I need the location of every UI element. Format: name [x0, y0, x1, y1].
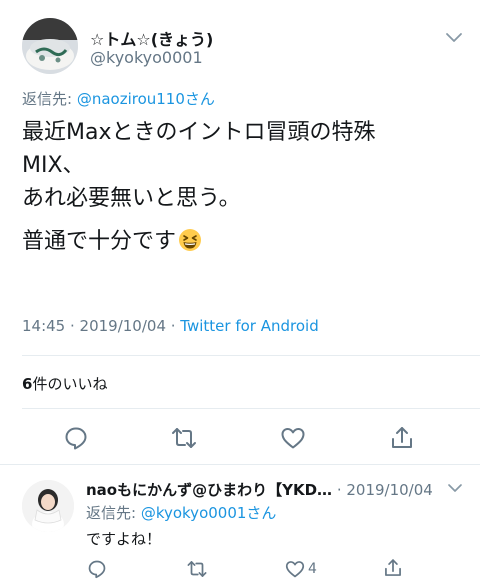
- reply-header: naoもにかんず@ひまわり【YKD… · 2019/10/04: [86, 479, 436, 500]
- user-handle[interactable]: @kyokyo0001: [90, 48, 203, 67]
- tweet-meta: 14:45 · 2019/10/04 · Twitter for Android: [22, 317, 319, 335]
- tweet-line: MIX、: [22, 153, 85, 178]
- reply-display-name[interactable]: naoもにかんず@ひまわり【YKD…: [86, 481, 332, 499]
- share-icon[interactable]: [382, 557, 404, 579]
- chevron-down-icon[interactable]: [444, 30, 464, 46]
- like-icon[interactable]: [284, 558, 306, 580]
- likes-summary[interactable]: 6件のいいね: [22, 373, 107, 394]
- tweet-timestamp[interactable]: 14:45 · 2019/10/04 ·: [22, 317, 180, 335]
- reply-like-count: 4: [308, 561, 317, 577]
- like-icon[interactable]: [279, 424, 307, 452]
- tweet-line: あれ必要無いと思う。: [22, 186, 241, 211]
- retweet-icon[interactable]: [186, 558, 208, 580]
- reply-replying-to-link[interactable]: @kyokyo0001さん: [141, 504, 277, 522]
- avatar[interactable]: [22, 18, 78, 74]
- likes-count: 6: [22, 375, 33, 393]
- reply-replying-prefix: 返信先:: [86, 504, 141, 522]
- chevron-down-icon[interactable]: [446, 480, 464, 494]
- grinning-squinting-face-icon: [179, 229, 202, 251]
- retweet-icon[interactable]: [170, 424, 198, 452]
- reply-avatar[interactable]: [22, 480, 74, 532]
- divider: [22, 355, 480, 356]
- reply-text: ですよね！: [86, 530, 162, 548]
- replying-to-link[interactable]: @naozirou110さん: [77, 90, 215, 108]
- tweet-line: 普通で十分です: [22, 229, 177, 254]
- reply-icon[interactable]: [86, 558, 108, 580]
- replying-to: 返信先: @naozirou110さん: [22, 88, 215, 109]
- reply-avatar-image: [22, 480, 74, 532]
- tweet-line-with-emoji: 普通で十分です: [22, 225, 462, 258]
- divider: [22, 408, 480, 409]
- likes-label: 件のいいね: [32, 375, 108, 393]
- reply-date[interactable]: · 2019/10/04: [332, 481, 433, 499]
- avatar-image: [22, 18, 78, 74]
- tweet-line: 最近Maxときのイントロ冒頭の特殊: [22, 120, 376, 145]
- tweet-text: 最近Maxときのイントロ冒頭の特殊 MIX、 あれ必要無いと思う。 普通で十分で…: [22, 116, 462, 258]
- tweet-source[interactable]: Twitter for Android: [180, 317, 318, 335]
- display-name[interactable]: ☆トム☆(きょう): [90, 26, 213, 50]
- reply-icon[interactable]: [62, 424, 90, 452]
- share-icon[interactable]: [388, 424, 416, 452]
- reply-replying-to: 返信先: @kyokyo0001さん: [86, 502, 276, 523]
- divider: [0, 464, 480, 465]
- replying-prefix: 返信先:: [22, 90, 77, 108]
